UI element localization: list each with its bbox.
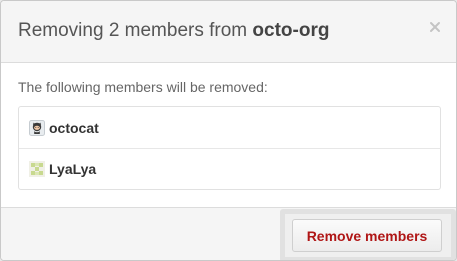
member-username: octocat [49,119,99,136]
remove-members-dialog: Removing 2 members from octo-org The fol… [0,0,457,261]
member-row: octocat [19,107,440,148]
identicon-avatar-icon [29,161,45,177]
member-row: LyaLya [19,148,440,189]
dialog-header: Removing 2 members from octo-org [1,1,456,63]
close-icon[interactable] [428,20,442,34]
member-list: octocat LyaLya [18,106,441,190]
dialog-title-prefix: Removing 2 members from [18,20,253,41]
remove-members-button[interactable]: Remove members [292,219,442,252]
octocat-avatar-icon [29,119,45,136]
dialog-footer: Remove members [1,207,456,260]
dialog-title: Removing 2 members from octo-org [18,20,329,42]
removal-intro-text: The following members will be removed: [18,79,268,95]
member-username: LyaLya [49,161,97,177]
org-name: octo-org [252,20,330,41]
dialog-body: The following members will be removed: o… [1,63,456,207]
